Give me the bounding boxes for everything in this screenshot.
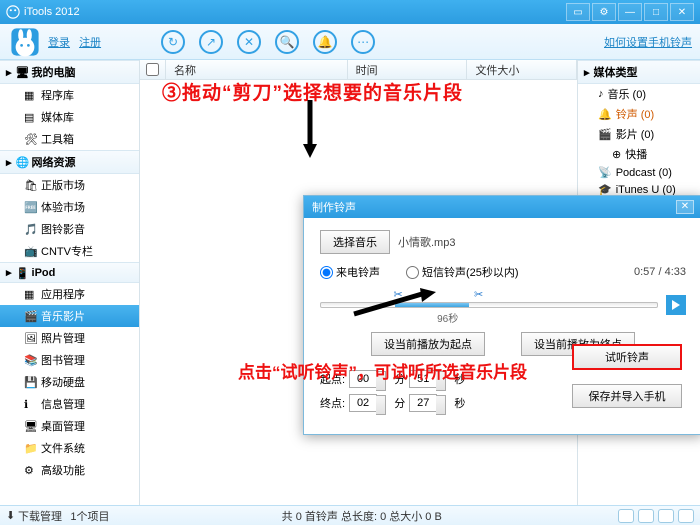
end-label: 终点: xyxy=(320,395,345,411)
sidebar-item-ringtone-movie[interactable]: 🎵图铃影音 xyxy=(0,218,139,240)
preview-button[interactable]: 试听铃声 xyxy=(572,344,682,370)
prev-button[interactable] xyxy=(618,509,634,523)
sidebar-item-media-lib[interactable]: ▤媒体库 xyxy=(0,106,139,128)
media-music[interactable]: ♪ 音乐 (0) xyxy=(578,84,700,104)
sidebar-group-network[interactable]: ▸ 🌐网络资源 xyxy=(0,150,139,174)
sidebar-item-music-video[interactable]: 🎬音乐影片 xyxy=(0,305,139,327)
volume-button[interactable] xyxy=(678,509,694,523)
sidebar-item-trial-market[interactable]: 🆓体验市场 xyxy=(0,196,139,218)
sidebar-item-books[interactable]: 📚图书管理 xyxy=(0,349,139,371)
select-all-checkbox[interactable] xyxy=(146,63,159,76)
login-link[interactable]: 登录 xyxy=(48,37,70,49)
download-icon[interactable]: ⬇ xyxy=(6,509,15,522)
dialog-close-button[interactable]: ✕ xyxy=(676,200,694,214)
end-min-input[interactable]: 02 xyxy=(349,394,377,412)
col-name[interactable]: 名称 xyxy=(166,60,348,79)
maximize-button[interactable]: □ xyxy=(644,3,668,21)
header: 登录 注册 ↻ ↗ ✕ 🔍 🔔 ⋯ 如何设置手机铃声 xyxy=(0,24,700,60)
sidebar-item-apps-lib[interactable]: ▦程序库 xyxy=(0,84,139,106)
titlebar: iTools 2012 ▭ ⚙ — □ ✕ xyxy=(0,0,700,24)
sidebar-item-toolbox[interactable]: 🛠工具箱 xyxy=(0,128,139,150)
sidebar-item-disk[interactable]: 💾移动硬盘 xyxy=(0,371,139,393)
app-title: iTools 2012 xyxy=(24,6,80,18)
save-import-button[interactable]: 保存并导入手机 xyxy=(572,384,682,408)
media-podcast[interactable]: 📡 Podcast (0) xyxy=(578,164,700,181)
main: ▸ 🖥我的电脑 ▦程序库 ▤媒体库 🛠工具箱 ▸ 🌐网络资源 🛍正版市场 🆓体验… xyxy=(0,60,700,505)
scissor-end-icon[interactable]: ✂ xyxy=(474,288,488,302)
refresh-icon[interactable]: ↻ xyxy=(161,30,185,54)
col-checkbox[interactable] xyxy=(140,60,166,79)
bunny-logo-icon xyxy=(8,25,42,59)
col-time[interactable]: 时间 xyxy=(348,60,468,79)
auth-links: 登录 注册 xyxy=(42,34,101,50)
more-icon[interactable]: ⋯ xyxy=(351,30,375,54)
start-min-input[interactable]: 00 xyxy=(349,370,377,388)
radio-sms[interactable]: 短信铃声(25秒以内) xyxy=(406,264,519,280)
media-type-header[interactable]: ▸ 媒体类型 xyxy=(578,60,700,84)
select-music-button[interactable]: 选择音乐 xyxy=(320,230,390,254)
app-logo-icon xyxy=(6,5,20,19)
set-start-button[interactable]: 设当前播放为起点 xyxy=(371,332,485,356)
media-ringtone[interactable]: 🔔 铃声 (0) xyxy=(578,104,700,124)
list-header: 名称 时间 文件大小 xyxy=(140,60,577,80)
annotation-arrow-down-icon xyxy=(303,100,317,158)
timeline-tick: 96秒 xyxy=(437,310,458,325)
close-button[interactable]: ✕ xyxy=(670,3,694,21)
filename-label: 小情歌.mp3 xyxy=(398,234,455,250)
sidebar: ▸ 🖥我的电脑 ▦程序库 ▤媒体库 🛠工具箱 ▸ 🌐网络资源 🛍正版市场 🆓体验… xyxy=(0,60,140,505)
play-mini-button[interactable] xyxy=(638,509,654,523)
export-icon[interactable]: ↗ xyxy=(199,30,223,54)
feedback-button[interactable]: ▭ xyxy=(566,3,590,21)
sidebar-item-apps[interactable]: ▦应用程序 xyxy=(0,283,139,305)
time-position: 0:57 / 4:33 xyxy=(634,266,686,278)
register-link[interactable]: 注册 xyxy=(79,37,101,49)
play-button[interactable] xyxy=(666,295,686,315)
sidebar-item-info[interactable]: ℹ信息管理 xyxy=(0,393,139,415)
start-label: 起点: xyxy=(320,371,345,387)
download-manager[interactable]: 下载管理 xyxy=(18,508,62,524)
annotation-arrow-diag-icon xyxy=(350,288,436,318)
minimize-button[interactable]: — xyxy=(618,3,642,21)
radio-incoming[interactable]: 来电铃声 xyxy=(320,264,380,280)
settings-button[interactable]: ⚙ xyxy=(592,3,616,21)
item-count: 1个项目 xyxy=(70,508,109,524)
dialog-title: 制作铃声 xyxy=(312,199,356,215)
status-summary: 共 0 首铃声 总长度: 0 总大小 0 B xyxy=(282,508,442,524)
help-link[interactable]: 如何设置手机铃声 xyxy=(604,34,692,50)
dialog-body: 选择音乐 小情歌.mp3 来电铃声 短信铃声(25秒以内) 0:57 / 4:3… xyxy=(304,218,700,434)
sidebar-item-desktop[interactable]: 🖥桌面管理 xyxy=(0,415,139,437)
sidebar-group-computer[interactable]: ▸ 🖥我的电脑 xyxy=(0,60,139,84)
cancel-icon[interactable]: ✕ xyxy=(237,30,261,54)
statusbar: ⬇ 下载管理 1个项目 共 0 首铃声 总长度: 0 总大小 0 B xyxy=(0,505,700,525)
search-icon[interactable]: 🔍 xyxy=(275,30,299,54)
content-area: 名称 时间 文件大小 制作铃声 ✕ 选择音乐 小情歌.mp3 来电铃声 短信铃声… xyxy=(140,60,578,505)
sidebar-group-ipod[interactable]: ▸ 📱iPod xyxy=(0,262,139,283)
sidebar-item-advanced[interactable]: ⚙高级功能 xyxy=(0,459,139,481)
media-movie[interactable]: 🎬 影片 (0) xyxy=(578,124,700,144)
media-quickplay[interactable]: ⊕ 快播 xyxy=(578,144,700,164)
bell-icon[interactable]: 🔔 xyxy=(313,30,337,54)
col-size[interactable]: 文件大小 xyxy=(467,60,577,79)
sidebar-item-filesystem[interactable]: 📁文件系统 xyxy=(0,437,139,459)
next-button[interactable] xyxy=(658,509,674,523)
end-sec-input[interactable]: 27 xyxy=(409,394,437,412)
sidebar-item-cntv[interactable]: 📺CNTV专栏 xyxy=(0,240,139,262)
sidebar-item-market[interactable]: 🛍正版市场 xyxy=(0,174,139,196)
sidebar-item-photos[interactable]: 🖼照片管理 xyxy=(0,327,139,349)
toolbar: ↻ ↗ ✕ 🔍 🔔 ⋯ xyxy=(161,30,375,54)
start-sec-input[interactable]: 51 xyxy=(409,370,437,388)
dialog-titlebar[interactable]: 制作铃声 ✕ xyxy=(304,196,700,218)
